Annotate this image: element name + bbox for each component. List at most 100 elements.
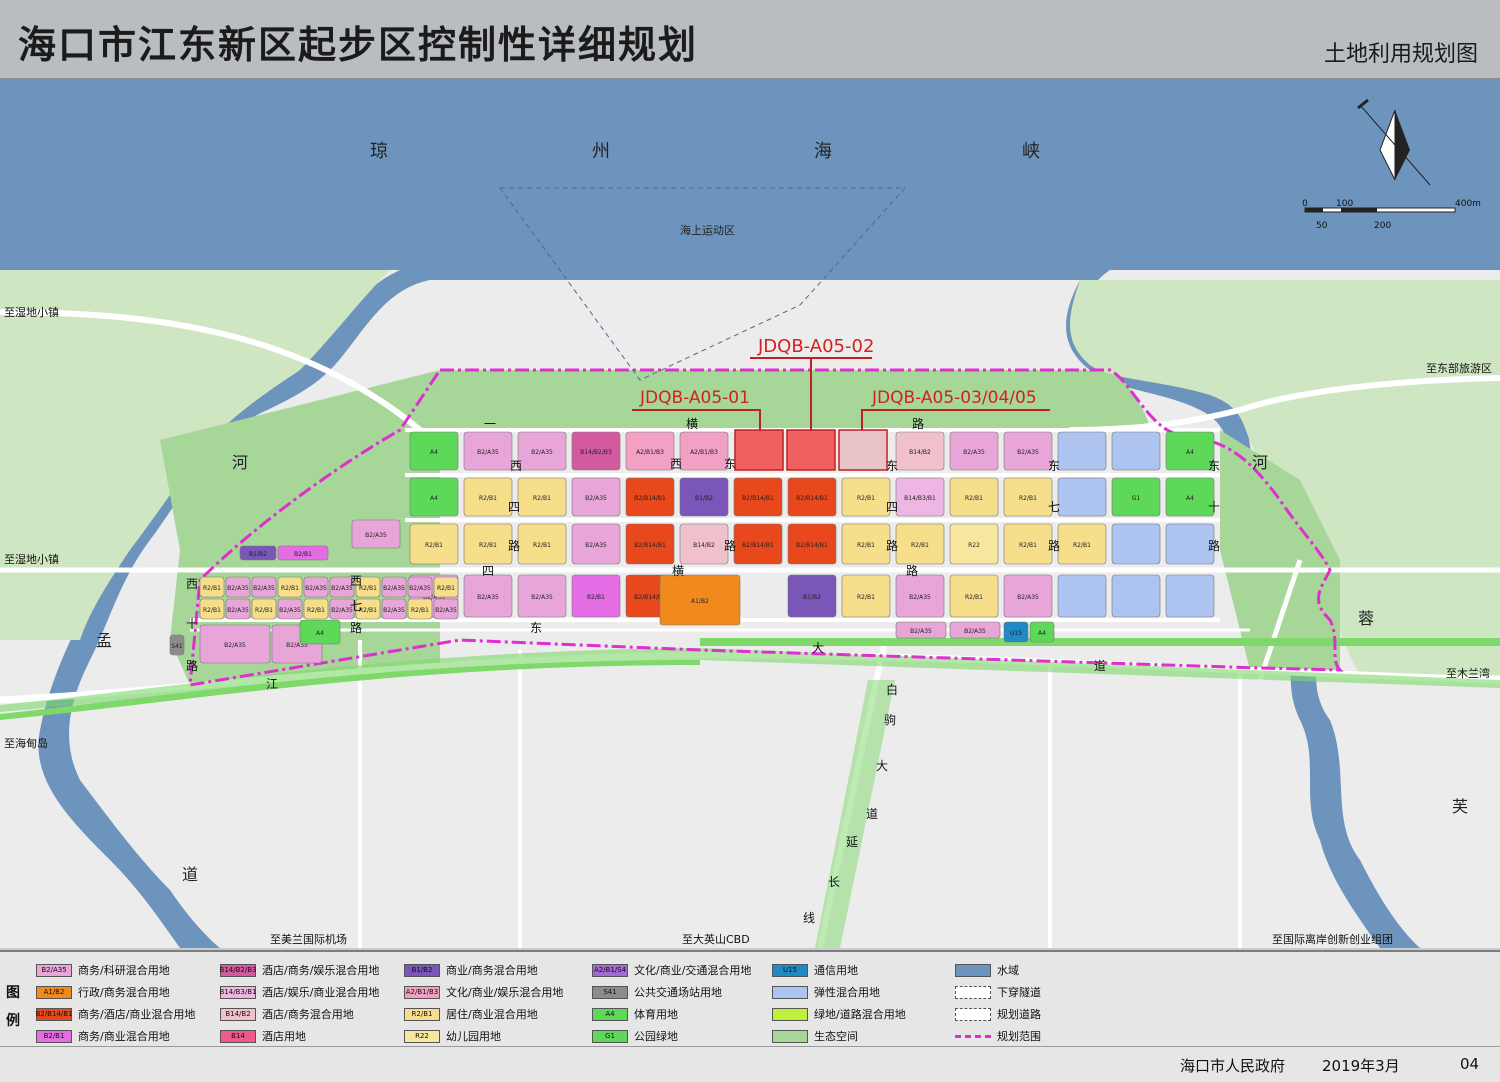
parcel-code: A4 <box>316 630 324 637</box>
parcel-code: B2/A35 <box>227 585 249 592</box>
map-title: 海口市江东新区起步区控制性详细规划 <box>18 22 699 67</box>
legend-label: 规划范围 <box>997 1030 1041 1043</box>
parcel <box>1057 574 1107 618</box>
legend-label: 生态空间 <box>814 1030 858 1043</box>
to-haidian: 至海甸岛 <box>4 736 48 750</box>
legend-label: 公共交通场站用地 <box>634 986 722 999</box>
parcel <box>1111 574 1161 618</box>
legend-item: B14 酒店用地 <box>220 1028 306 1044</box>
parcel-code: R2/B1 <box>479 542 497 549</box>
parcel-code: B2/A35 <box>477 449 499 456</box>
parcel-code: B2/B14/B1 <box>796 495 828 502</box>
parcel-code: R2/B1 <box>533 495 551 502</box>
parcel-code: R2/B1 <box>479 495 497 502</box>
parcel-code: B2/A35 <box>383 607 405 614</box>
parcel-code: B2/B1 <box>294 551 312 558</box>
parcel-code: B1/B2 <box>249 551 267 558</box>
road-xi-4: 西 <box>350 574 362 588</box>
legend-item: B2/B1 商务/商业混合用地 <box>36 1028 170 1044</box>
parcel-code: B2/B14/B1 <box>742 495 774 502</box>
strait-char-1: 琼 <box>370 141 388 162</box>
legend-label: 商务/科研混合用地 <box>78 964 170 977</box>
legend-item: R2/B1 居住/商业混合用地 <box>404 1006 538 1022</box>
road-lu-6: 路 <box>1208 538 1220 553</box>
legend-label: 酒店/娱乐/商业混合用地 <box>262 986 380 999</box>
parcel-code: B1/B2 <box>803 594 821 601</box>
legend-item: A2/B1/B3 文化/商业/娱乐混合用地 <box>404 984 563 1000</box>
parcel-a05-02[interactable] <box>786 429 836 471</box>
legend-swatch: R2/B1 <box>404 1007 440 1021</box>
parcel-code: B2/A35 <box>531 449 553 456</box>
parcel-code: A4 <box>1186 495 1194 502</box>
road-xi-1: 西 <box>510 459 522 473</box>
river-fu: 芙 <box>1452 797 1468 816</box>
map-subtitle: 土地利用规划图 <box>1323 42 1478 67</box>
road-qi-1: 七 <box>1048 500 1060 514</box>
legend-swatch: B2/B1 <box>36 1029 72 1043</box>
legend-item: G1 公园绿地 <box>592 1028 678 1044</box>
parcel <box>1111 431 1161 471</box>
to-dongbu: 至东部旅游区 <box>1426 361 1492 375</box>
legend-item: B1/B2 商业/商务混合用地 <box>404 962 538 978</box>
parcel-code: R2/B1 <box>965 495 983 502</box>
legend: 图 例 B2/A35 商务/科研混合用地 A1/B2 行政/商务混合用地 B2/B14/… <box>0 950 1500 1048</box>
road-xi-2: 西 <box>670 457 682 471</box>
legend-item: B14/B2/B3 酒店/商务/娱乐混合用地 <box>220 962 379 978</box>
parcel-code: A4 <box>1186 449 1194 456</box>
road-xian: 线 <box>803 911 815 925</box>
road-da: 大 <box>812 641 824 655</box>
road-dong-2: 东 <box>886 459 898 473</box>
legend-label: 体育用地 <box>634 1008 678 1021</box>
legend-item: B2/A35 商务/科研混合用地 <box>36 962 170 978</box>
legend-item: A4 体育用地 <box>592 1006 678 1022</box>
parcel-code: B2/A35 <box>224 642 246 649</box>
legend-swatch: B2/B14/B1 <box>36 1007 72 1021</box>
to-meilan: 至美兰国际机场 <box>270 932 347 946</box>
parcel-code: A4 <box>430 495 438 502</box>
parcel-a05-03[interactable] <box>838 429 888 471</box>
legend-label: 公园绿地 <box>634 1030 678 1043</box>
legend-swatch: B14/B2 <box>220 1007 256 1021</box>
parcel-code: R2/B1 <box>857 495 875 502</box>
parcel-code: R2/B1 <box>857 594 875 601</box>
parcel-code: B2/A35 <box>964 628 986 635</box>
to-shidi-top: 至湿地小镇 <box>4 305 59 319</box>
legend-swatch <box>955 1034 991 1038</box>
legend-heading-1: 图 <box>6 985 20 1001</box>
parcel-code: A1/B2 <box>691 598 709 605</box>
parcel-code: B14/B2/B3 <box>580 449 612 456</box>
road-si-1: 四 <box>508 500 520 514</box>
road-dong-1: 东 <box>724 457 736 471</box>
legend-swatch <box>772 985 808 999</box>
road-dong-4: 东 <box>1208 459 1220 473</box>
legend-label: 下穿隧道 <box>997 986 1041 999</box>
sea-zone-label: 海上运动区 <box>680 223 735 237</box>
scale-tick-50: 50 <box>1316 221 1328 231</box>
legend-item: 规划范围 <box>955 1028 1041 1044</box>
legend-swatch <box>955 963 991 977</box>
road-heng-2: 横 <box>672 564 684 578</box>
parcel-code: R2/B1 <box>857 542 875 549</box>
parcel-code: B2/A35 <box>477 594 499 601</box>
parcel-code: B14/B2 <box>909 449 931 456</box>
legend-swatch <box>772 1007 808 1021</box>
scale-tick-100: 100 <box>1336 199 1353 209</box>
parcel <box>1057 431 1107 471</box>
road-lu-5: 路 <box>1048 538 1060 553</box>
legend-swatch: B14/B3/B1 <box>220 985 256 999</box>
parcel-code: U15 <box>1010 630 1022 637</box>
parcel-code: S41 <box>171 643 183 650</box>
road-lu-9: 路 <box>350 620 362 635</box>
parcel-code: B2/A35 <box>1017 594 1039 601</box>
legend-label: 商业/商务混合用地 <box>446 964 538 977</box>
legend-label: 文化/商业/娱乐混合用地 <box>446 986 564 999</box>
road-heng-1: 横 <box>686 417 698 431</box>
road-chang: 长 <box>828 875 840 889</box>
road-lu-8: 路 <box>186 658 198 673</box>
parcel-code: B2/A35 <box>909 594 931 601</box>
parcel-code: R2/B1 <box>203 607 221 614</box>
road-lu-1: 路 <box>912 416 924 431</box>
parcel <box>1111 523 1161 565</box>
road-xi-3: 西 <box>186 577 198 591</box>
parcel-a05-01[interactable] <box>734 429 784 471</box>
